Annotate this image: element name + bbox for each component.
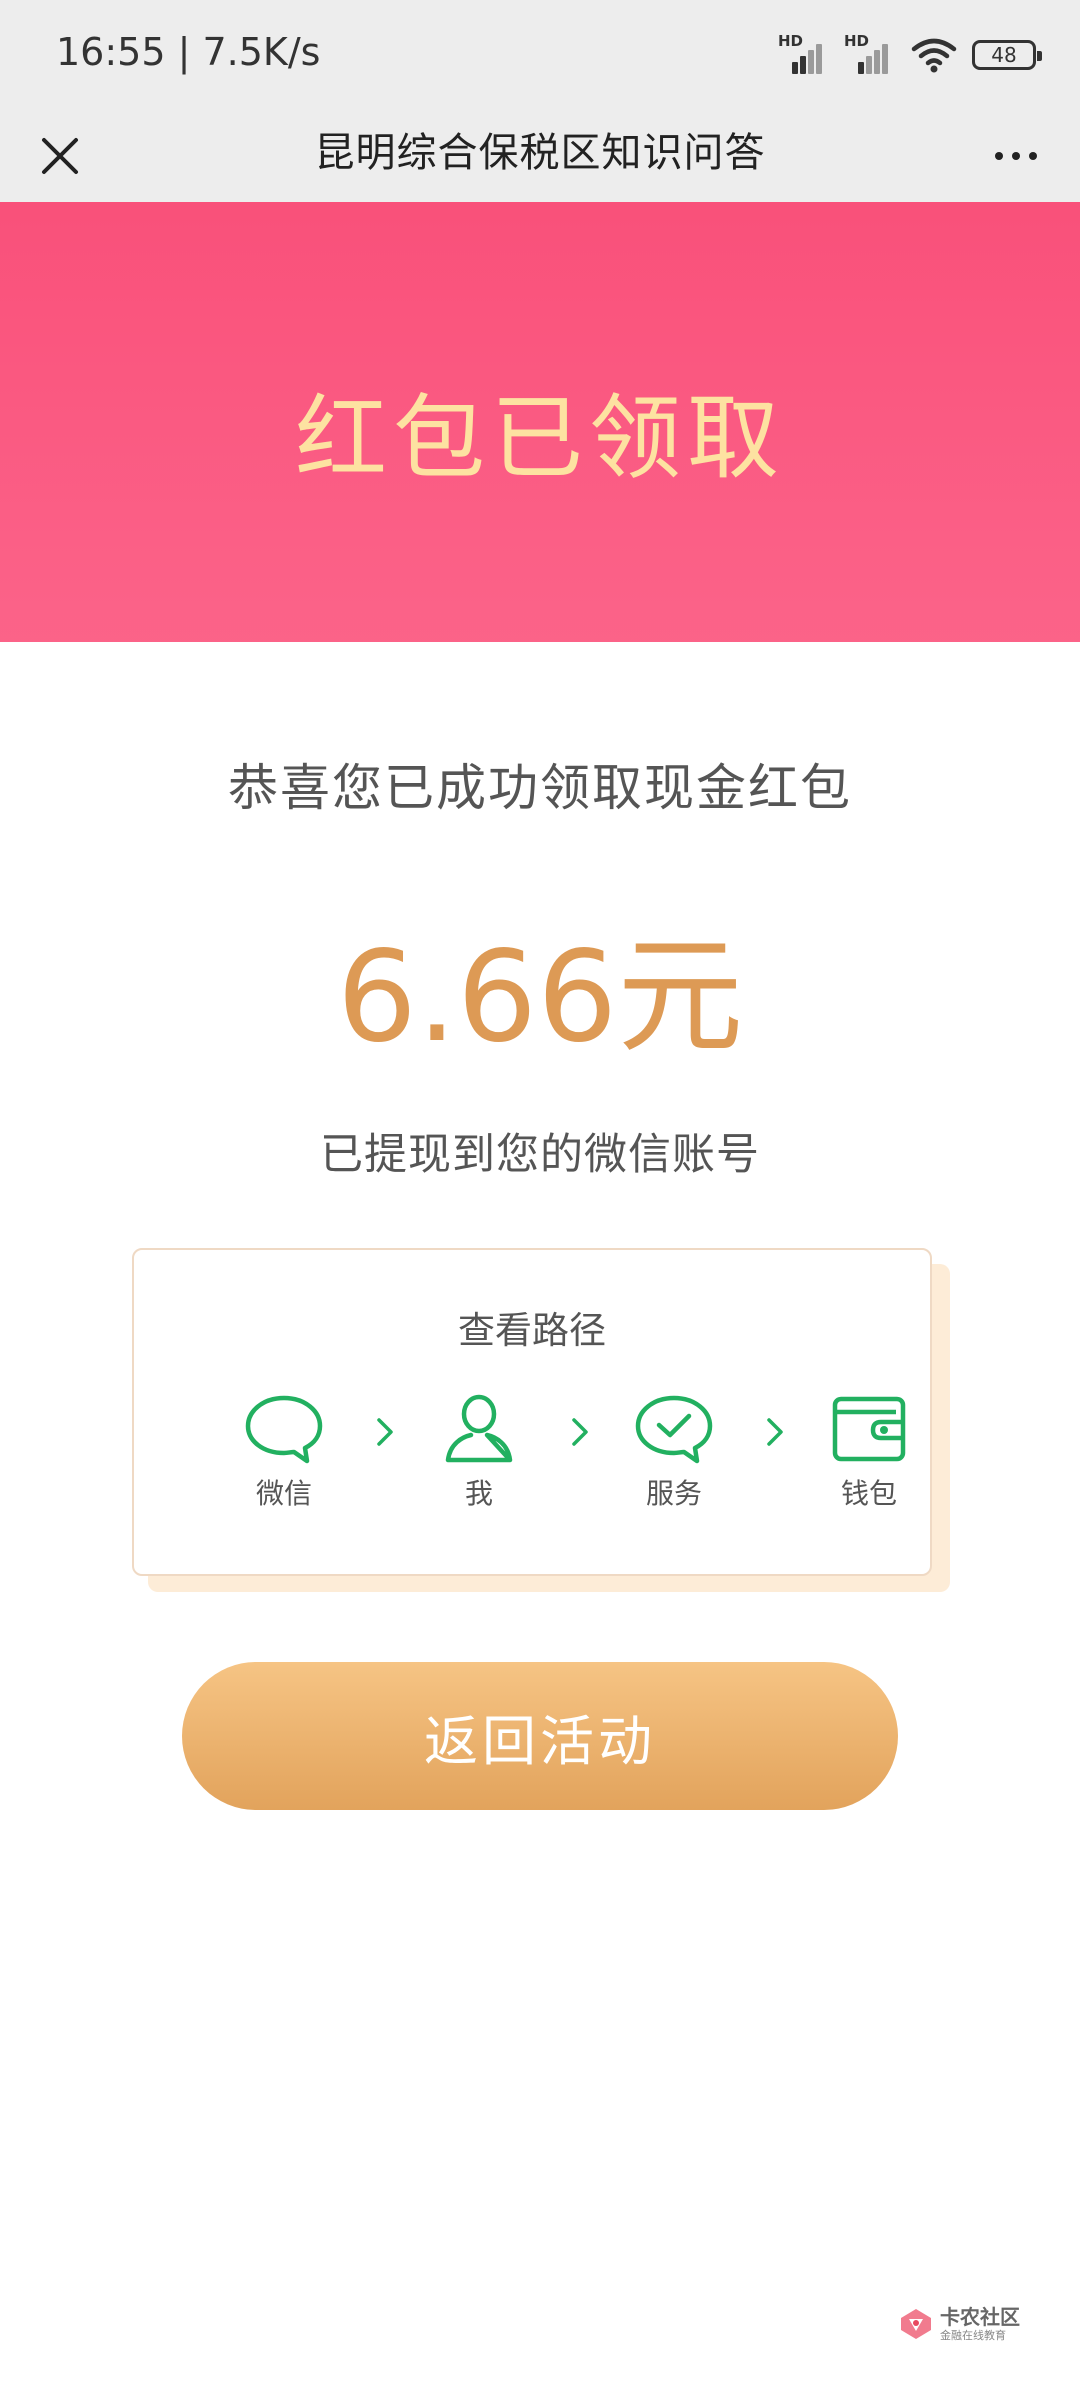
signal-icon: HD <box>778 32 830 76</box>
status-bar: 16:55 | 7.5K/s HD HD 48 <box>0 0 1080 110</box>
step-me: 我 <box>419 1390 539 1512</box>
check-bubble-icon <box>635 1395 713 1464</box>
header-title: 红包已领取 <box>294 385 785 492</box>
page-title: 昆明综合保税区知识问答 <box>314 130 766 176</box>
step-label: 我 <box>464 1477 493 1510</box>
chat-bubble-icon <box>245 1395 323 1464</box>
chevron-right-icon <box>572 1418 588 1446</box>
chevron-right-icon <box>767 1418 783 1446</box>
wallet-icon <box>832 1396 906 1462</box>
step-label: 服务 <box>645 1477 702 1510</box>
more-button[interactable] <box>980 124 1052 188</box>
kanong-logo-icon <box>901 2309 931 2339</box>
status-icons: HD HD 48 <box>778 30 1042 80</box>
return-button-label: 返回活动 <box>424 1709 656 1773</box>
chevron-right-icon <box>377 1418 393 1446</box>
signal-icon: HD <box>844 32 896 76</box>
watermark-name: 卡农社区 <box>940 2305 1020 2329</box>
path-steps: 微信 我 服务 钱包 <box>174 1390 906 1520</box>
step-label: 微信 <box>255 1477 312 1510</box>
watermark-subtitle: 金融在线教育 <box>940 2329 1006 2342</box>
header-banner: 红包已领取 <box>0 202 1080 642</box>
return-to-activity-button[interactable]: 返回活动 <box>182 1662 898 1810</box>
step-label: 钱包 <box>840 1477 897 1510</box>
more-icon <box>995 152 1003 160</box>
sim2-hd-label: HD <box>844 32 870 50</box>
path-card-title: 查看路径 <box>458 1309 606 1352</box>
withdraw-note: 已提现到您的微信账号 <box>320 1130 760 1180</box>
watermark: 卡农社区 金融在线教育 <box>898 2306 1020 2342</box>
congrats-text: 恭喜您已成功领取现金红包 <box>228 759 852 817</box>
battery-icon: 48 <box>972 40 1042 70</box>
wifi-icon <box>911 38 957 73</box>
step-wallet: 钱包 <box>809 1390 929 1512</box>
sim1-hd-label: HD <box>778 32 804 50</box>
status-time: 16:55 | 7.5K/s <box>56 30 321 74</box>
nav-bar: 昆明综合保税区知识问答 <box>0 110 1080 202</box>
amount-text: 6.66元 <box>336 923 744 1070</box>
step-wechat: 微信 <box>224 1390 344 1512</box>
path-card: 查看路径 微信 我 服务 钱包 <box>132 1248 932 1576</box>
battery-level: 48 <box>991 43 1017 67</box>
step-services: 服务 <box>614 1390 734 1512</box>
person-icon <box>445 1394 513 1463</box>
